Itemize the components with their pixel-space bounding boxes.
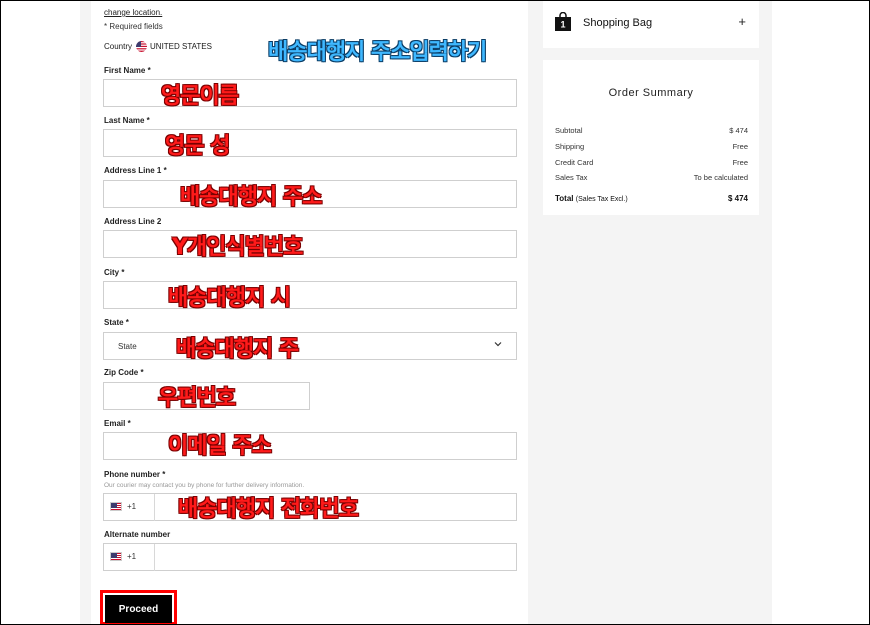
us-flag-icon: [136, 41, 148, 52]
email-input[interactable]: [103, 432, 517, 460]
summary-label: Credit Card: [555, 158, 594, 167]
summary-value: $ 474: [729, 126, 748, 135]
shopping-bag-card[interactable]: 1 Shopping Bag +: [543, 0, 759, 48]
summary-value: Free: [732, 158, 748, 167]
total-label-group: Total (Sales Tax Excl.): [555, 194, 628, 203]
checkout-page: change location. * Required fields Count…: [0, 0, 870, 625]
proceed-button[interactable]: Proceed: [105, 595, 172, 623]
chevron-down-icon: [494, 340, 502, 351]
summary-label: Subtotal: [555, 126, 583, 135]
alternate-prefix-code: +1: [127, 552, 137, 561]
phone-country-selector[interactable]: +1: [110, 494, 155, 521]
summary-value: Free: [732, 142, 748, 151]
state-annotation: 배송대행지 주: [176, 337, 299, 362]
summary-row-credit-card: Credit Card Free: [555, 158, 748, 167]
alternate-number-label: Alternate number: [104, 530, 171, 539]
first-name-annotation: 영문이름: [161, 84, 239, 109]
phone-prefix-code: +1: [127, 502, 137, 511]
total-label: Total: [555, 194, 574, 203]
us-flag-icon: [110, 502, 122, 511]
city-input[interactable]: [103, 281, 517, 309]
phone-number-label: Phone number *: [104, 470, 166, 479]
alternate-country-selector[interactable]: +1: [110, 544, 155, 571]
alternate-number-input[interactable]: +1: [103, 543, 517, 571]
address-line-2-input[interactable]: [103, 230, 517, 258]
state-select-value: State: [118, 342, 137, 351]
last-name-label: Last Name *: [104, 116, 150, 125]
address-line-1-annotation: 배송대행지 주소: [180, 185, 322, 210]
order-summary-title: Order Summary: [608, 87, 694, 99]
summary-row-shipping: Shipping Free: [555, 142, 748, 151]
city-label: City *: [104, 268, 125, 277]
state-select[interactable]: State: [103, 332, 517, 360]
first-name-label: First Name *: [104, 66, 151, 75]
proceed-highlight: Proceed: [100, 590, 177, 625]
email-label: Email *: [104, 419, 131, 428]
summary-row-total: Total (Sales Tax Excl.) $ 474: [555, 194, 748, 203]
country-row: Country UNITED STATES: [104, 41, 212, 52]
prefix-divider: [154, 544, 155, 571]
address-line-2-annotation: Y개인식별번호: [172, 235, 303, 260]
total-sub-label: (Sales Tax Excl.): [575, 196, 628, 203]
summary-row-sales-tax: Sales Tax To be calculated: [555, 173, 748, 182]
zip-code-annotation: 우편번호: [158, 386, 236, 411]
bag-count: 1: [560, 20, 565, 30]
zip-code-label: Zip Code *: [104, 368, 144, 377]
city-annotation: 배송대행지 시: [168, 286, 291, 311]
change-location-link[interactable]: change location.: [104, 8, 162, 17]
email-annotation: 이메일 주소: [168, 434, 272, 459]
phone-annotation: 배송대행지 전화번호: [178, 497, 359, 522]
required-fields-note: * Required fields: [104, 22, 163, 31]
order-summary-card: Order Summary Subtotal $ 474 Shipping Fr…: [543, 60, 759, 215]
summary-value: To be calculated: [693, 173, 748, 182]
address-line-2-label: Address Line 2: [104, 217, 162, 226]
summary-label: Shipping: [555, 142, 585, 151]
last-name-annotation: 영문 성: [165, 134, 230, 159]
summary-row-subtotal: Subtotal $ 474: [555, 126, 748, 135]
shopping-bag-icon: 1: [554, 11, 572, 31]
country-label: Country: [104, 42, 133, 51]
annotation-title: 배송대행지 주소입력하기: [268, 40, 487, 65]
us-flag-icon: [110, 552, 122, 561]
total-value: $ 474: [727, 194, 748, 203]
expand-bag-button[interactable]: +: [738, 14, 746, 29]
courier-note: Our courier may contact you by phone for…: [104, 482, 305, 489]
address-line-1-label: Address Line 1 *: [104, 166, 167, 175]
summary-label: Sales Tax: [555, 173, 588, 182]
country-value: UNITED STATES: [150, 42, 212, 51]
state-label: State *: [104, 318, 129, 327]
shopping-bag-title: Shopping Bag: [583, 17, 653, 29]
prefix-divider: [154, 494, 155, 521]
